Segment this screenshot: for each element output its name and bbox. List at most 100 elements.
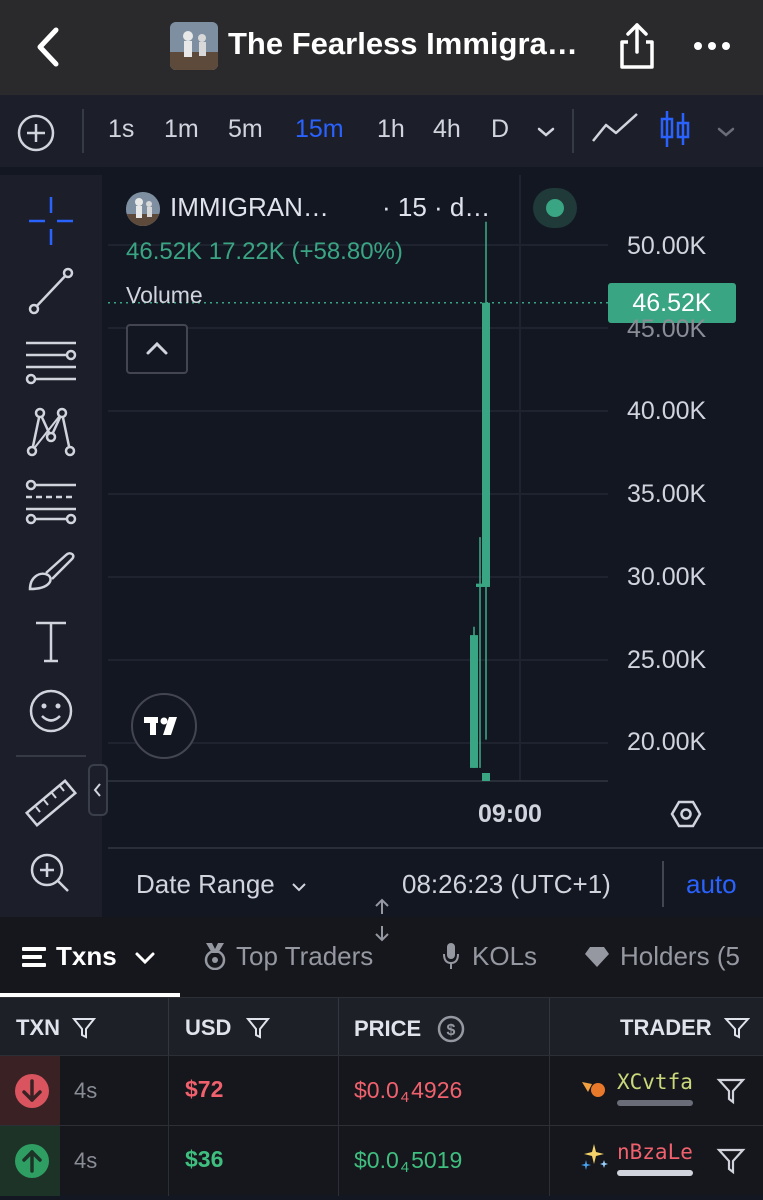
dollar-circle-icon[interactable]: $ [437, 1015, 465, 1043]
column-divider [168, 1126, 169, 1196]
column-divider [168, 998, 169, 1056]
auto-scale-button[interactable]: auto [686, 869, 737, 900]
toolbar-divider [82, 109, 84, 153]
column-divider [549, 1126, 550, 1196]
price-prefix: $0.0 [354, 1077, 399, 1103]
column-header-txn[interactable]: TXN [16, 1015, 97, 1041]
timeframe-1m[interactable]: 1m [164, 115, 199, 144]
page-title: The Fearless Immigra… [228, 26, 578, 61]
trend-line-icon[interactable] [20, 263, 82, 319]
market-status-indicator[interactable] [533, 188, 577, 228]
collapse-legend-button[interactable] [126, 324, 188, 374]
trader-badge-icon [582, 1082, 605, 1097]
chevron-up-icon [146, 341, 168, 355]
table-row[interactable]: 4s $72 $0.0 44926 XCvtfa [0, 1055, 763, 1126]
timeframe-5m[interactable]: 5m [228, 115, 263, 144]
filter-icon[interactable] [716, 1146, 746, 1176]
tab-label: Top Traders [236, 941, 374, 971]
diamond-icon [585, 947, 609, 967]
tab-top-traders[interactable]: Top Traders [202, 941, 373, 972]
microphone-icon [443, 943, 459, 969]
svg-text:$: $ [447, 1022, 456, 1039]
tradingview-logo[interactable] [131, 693, 197, 759]
tab-holders[interactable]: Holders (5 [584, 941, 740, 972]
price-zero-count: 4 [400, 1089, 410, 1106]
filter-icon[interactable] [245, 1016, 270, 1040]
timeframe-4h[interactable]: 4h [433, 115, 461, 144]
ruler-icon[interactable] [20, 775, 82, 831]
trader-address[interactable]: nBzaLe [617, 1140, 693, 1164]
sell-indicator [0, 1056, 60, 1126]
date-bar-divider [662, 861, 664, 907]
horizontal-lines-icon[interactable] [20, 333, 82, 389]
filter-icon[interactable] [716, 1076, 746, 1106]
chevron-down-icon[interactable] [536, 125, 556, 139]
chevron-left-icon [93, 783, 101, 797]
tradingview-icon [144, 717, 177, 735]
txn-age: 4s [74, 1078, 98, 1103]
candlestick-icon[interactable] [657, 109, 693, 149]
column-divider [168, 1056, 169, 1126]
fib-retracement-icon[interactable] [20, 473, 82, 529]
arrow-down-icon [15, 1074, 49, 1108]
column-header-trader[interactable]: TRADER [620, 1015, 751, 1041]
column-divider [549, 998, 550, 1056]
text-tool-icon[interactable] [20, 613, 82, 669]
y-axis-tick: 20.00K [627, 728, 707, 756]
trader-address[interactable]: XCvtfa [617, 1070, 693, 1094]
share-icon[interactable] [614, 20, 660, 72]
filter-icon[interactable] [723, 1016, 751, 1040]
arrow-up-icon [15, 1144, 49, 1178]
more-options-icon[interactable] [690, 30, 734, 62]
column-header-usd[interactable]: USD [185, 1015, 270, 1041]
tools-divider [16, 755, 86, 757]
emoji-icon[interactable] [20, 683, 82, 739]
legend-symbol[interactable]: IMMIGRAN… [170, 192, 329, 223]
tab-kols[interactable]: KOLs [442, 941, 537, 972]
volume-indicator-label[interactable]: Volume [126, 282, 203, 309]
resize-handle-icon[interactable] [370, 898, 394, 942]
price-digits: 4926 [411, 1077, 463, 1103]
tab-label: Holders (5 [620, 941, 740, 971]
line-chart-icon[interactable] [590, 111, 640, 145]
table-row[interactable]: 4s $36 $0.0 45019 nBzaLe [0, 1125, 763, 1196]
chevron-down-icon[interactable] [716, 125, 736, 139]
legend-ohlc-values: 46.52K 17.22K (+58.80%) [126, 238, 403, 265]
column-divider [338, 1126, 339, 1196]
txn-price: $0.0 44926 [354, 1077, 462, 1106]
tab-txns[interactable]: Txns [22, 941, 156, 972]
pattern-tool-icon[interactable] [20, 403, 82, 459]
add-symbol-icon[interactable] [16, 113, 56, 153]
chart-settings-icon[interactable] [670, 798, 702, 830]
crosshair-icon[interactable] [20, 193, 82, 249]
status-dot-icon [546, 199, 564, 217]
y-axis-tick: 25.00K [627, 646, 707, 674]
app-header: The Fearless Immigra… [0, 0, 763, 95]
legend-interval: · 15 · d… [382, 192, 491, 222]
column-label: USD [185, 1015, 232, 1040]
price-prefix: $0.0 [354, 1147, 399, 1173]
zoom-in-icon[interactable] [20, 845, 82, 901]
txn-usd: $72 [185, 1076, 224, 1102]
brush-icon[interactable] [20, 543, 82, 599]
collapse-tools-button[interactable] [88, 764, 108, 816]
timeframe-1s[interactable]: 1s [108, 115, 134, 144]
timeframe-1h[interactable]: 1h [377, 115, 405, 144]
list-icon [22, 947, 46, 967]
timeframe-d[interactable]: D [491, 115, 509, 144]
timezone-clock[interactable]: 08:26:23 (UTC+1) [402, 869, 611, 900]
column-divider [549, 1056, 550, 1126]
txn-table-header: TXN USD PRICE $ TRADER [0, 997, 763, 1056]
date-range-button[interactable]: Date Range [136, 869, 308, 900]
column-header-price[interactable]: PRICE $ [354, 1015, 465, 1043]
x-axis-tick: 09:00 [478, 800, 542, 828]
filter-icon[interactable] [72, 1016, 97, 1040]
back-arrow-icon[interactable] [30, 22, 66, 72]
trader-balance-bar [617, 1100, 693, 1106]
column-label: TRADER [620, 1015, 712, 1040]
y-axis-tick: 50.00K [627, 232, 707, 260]
trader-balance-bar [617, 1170, 693, 1176]
y-axis-tick: 45.00K [627, 315, 707, 343]
timeframe-15m[interactable]: 15m [295, 115, 344, 144]
date-range-label: Date Range [136, 869, 275, 899]
